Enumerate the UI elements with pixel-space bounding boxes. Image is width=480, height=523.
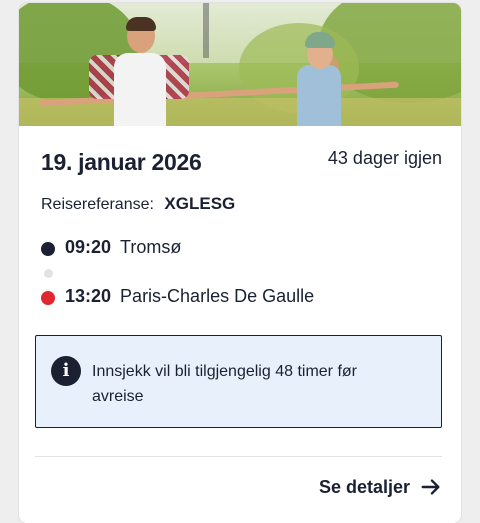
booking-reference-code: XGLESG	[164, 194, 236, 213]
info-icon: i	[51, 356, 81, 386]
trip-date: 19. januar 2026	[41, 149, 202, 175]
route-connector-dot	[44, 269, 53, 278]
trip-hero-image	[19, 3, 461, 126]
divider	[35, 456, 442, 457]
days-left: 43 dager igjen	[327, 148, 442, 168]
arrival-row: 13:20 Paris-Charles De Gaulle	[65, 286, 314, 307]
checkin-info-text: Innsjekk vil bli tilgjengelig 48 timer f…	[92, 363, 357, 405]
booking-reference: Reisereferanse: XGLESG	[41, 194, 235, 214]
checkin-info-box: i Innsjekk vil bli tilgjengelig 48 timer…	[35, 335, 442, 428]
see-details-link[interactable]: Se detaljer	[319, 476, 442, 498]
departure-time: 09:20	[65, 237, 112, 257]
arrival-dot	[41, 291, 55, 305]
departure-row: 09:20 Tromsø	[65, 237, 181, 258]
departure-place: Tromsø	[120, 237, 182, 257]
see-details-label: Se detaljer	[318, 476, 410, 497]
booking-reference-label: Reisereferanse:	[41, 196, 154, 213]
arrow-right-icon	[421, 479, 440, 495]
departure-dot	[41, 242, 55, 256]
arrival-place: Paris-Charles De Gaulle	[120, 286, 315, 306]
trip-card: 19. januar 2026 43 dager igjen Reiserefe…	[19, 3, 461, 523]
arrival-time: 13:20	[65, 286, 112, 306]
